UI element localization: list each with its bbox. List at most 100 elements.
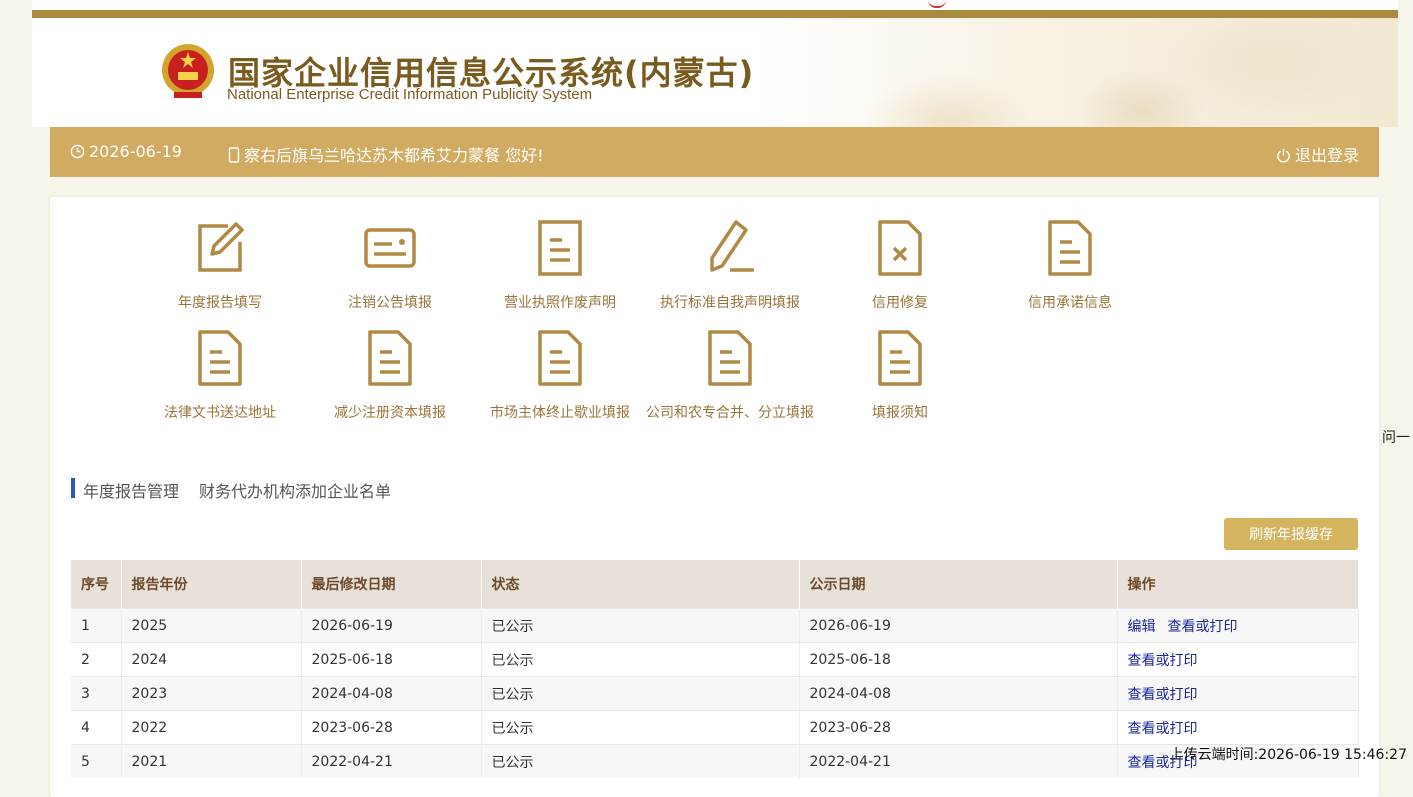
top-bar <box>32 10 1398 18</box>
func-business-suspension[interactable]: 市场主体终止歇业填报 <box>475 328 645 422</box>
func-annual-report[interactable]: 年度报告填写 <box>135 218 305 312</box>
func-filing-notice[interactable]: 填报须知 <box>815 328 985 422</box>
func-label: 信用修复 <box>872 295 928 311</box>
func-label: 年度报告填写 <box>178 295 262 311</box>
view-print-link[interactable]: 查看或打印 <box>1128 653 1198 669</box>
power-icon <box>1277 148 1290 163</box>
cell-no: 1 <box>71 608 122 643</box>
cell-status: 已公示 <box>481 744 800 778</box>
table-header-row: 序号 报告年份 最后修改日期 状态 公示日期 操作 <box>71 560 1359 609</box>
edit-icon <box>198 222 244 272</box>
cell-status: 已公示 <box>481 710 800 745</box>
upload-timestamp: 上传云端时间:2026-06-19 15:46:27 <box>1169 747 1407 763</box>
cell-year: 2025 <box>121 608 302 643</box>
func-label: 注销公告填报 <box>348 295 432 311</box>
func-capital-reduction[interactable]: 减少注册资本填报 <box>305 328 475 422</box>
col-header-modified: 最后修改日期 <box>301 560 482 609</box>
func-label: 营业执照作废声明 <box>504 295 616 311</box>
cell-modified: 2023-06-28 <box>301 710 482 745</box>
cell-year: 2022 <box>121 710 302 745</box>
cell-published: 2026-06-19 <box>799 608 1118 643</box>
view-print-link[interactable]: 查看或打印 <box>1168 619 1238 635</box>
document-icon <box>708 330 752 386</box>
func-label: 法律文书送达地址 <box>164 405 276 421</box>
func-label: 执行标准自我声明填报 <box>660 295 800 311</box>
cell-actions: 编辑 查看或打印 <box>1117 608 1359 643</box>
document-icon <box>368 330 412 386</box>
annual-report-table: 序号 报告年份 最后修改日期 状态 公示日期 操作 1 2025 2026-06… <box>71 560 1359 778</box>
cell-modified: 2024-04-08 <box>301 676 482 711</box>
tab-annual-report[interactable]: 年度报告管理 <box>83 478 179 502</box>
top-strip <box>32 0 1398 10</box>
current-date: 2026-06-19 <box>70 142 182 161</box>
edit-link[interactable]: 编辑 <box>1128 619 1156 635</box>
site-subtitle: National Enterprise Credit Information P… <box>227 86 593 103</box>
document-x-icon <box>878 220 922 276</box>
table-row: 4 2022 2023-06-28 已公示 2023-06-28 查看或打印 <box>71 710 1359 745</box>
document-icon <box>1048 220 1092 276</box>
cell-no: 3 <box>71 676 122 711</box>
tab-agency-list[interactable]: 财务代办机构添加企业名单 <box>199 478 391 502</box>
func-merger-split[interactable]: 公司和农专合并、分立填报 <box>645 328 815 422</box>
func-standard-declaration[interactable]: 执行标准自我声明填报 <box>645 218 815 312</box>
pencil-icon <box>710 220 754 272</box>
mountain-background <box>758 18 1398 127</box>
cell-modified: 2025-06-18 <box>301 642 482 677</box>
card-icon <box>364 228 416 268</box>
refresh-cache-button[interactable]: 刷新年报缓存 <box>1224 518 1358 550</box>
func-label: 减少注册资本填报 <box>334 405 446 421</box>
cell-no: 2 <box>71 642 122 677</box>
cell-modified: 2022-04-21 <box>301 744 482 778</box>
national-emblem-icon <box>162 44 214 98</box>
cell-actions: 查看或打印 <box>1117 642 1359 677</box>
table-row: 5 2021 2022-04-21 已公示 2022-04-21 查看或打印 <box>71 744 1359 778</box>
func-credit-commitment[interactable]: 信用承诺信息 <box>985 218 1155 312</box>
view-print-link[interactable]: 查看或打印 <box>1128 721 1198 737</box>
user-bar: 2026-06-19 察右后旗乌兰哈达苏木都希艾力蒙餐 您好! 退出登录 <box>50 127 1379 177</box>
clock-icon <box>70 144 85 159</box>
document-icon <box>538 220 582 276</box>
col-header-no: 序号 <box>71 560 122 609</box>
func-label: 公司和农专合并、分立填报 <box>646 405 814 421</box>
cell-status: 已公示 <box>481 642 800 677</box>
cell-published: 2024-04-08 <box>799 676 1118 711</box>
cell-modified: 2026-06-19 <box>301 608 482 643</box>
col-header-year: 报告年份 <box>121 560 302 609</box>
document-icon <box>538 330 582 386</box>
func-label: 市场主体终止歇业填报 <box>490 405 630 421</box>
func-legal-address[interactable]: 法律文书送达地址 <box>135 328 305 422</box>
phone-icon <box>228 147 240 163</box>
document-icon <box>878 330 922 386</box>
cell-published: 2023-06-28 <box>799 710 1118 745</box>
cell-actions: 查看或打印 <box>1117 676 1359 711</box>
logout-button[interactable]: 退出登录 <box>1276 142 1359 166</box>
greeting-text: 察右后旗乌兰哈达苏木都希艾力蒙餐 您好! <box>244 146 544 165</box>
date-text: 2026-06-19 <box>89 142 182 161</box>
logout-label: 退出登录 <box>1294 146 1359 165</box>
tab-marker <box>71 478 75 498</box>
table-row: 2 2024 2025-06-18 已公示 2025-06-18 查看或打印 <box>71 642 1359 677</box>
func-label: 填报须知 <box>872 405 928 421</box>
cell-status: 已公示 <box>481 676 800 711</box>
col-header-status: 状态 <box>481 560 800 609</box>
col-header-actions: 操作 <box>1117 560 1359 609</box>
cell-actions: 查看或打印 <box>1117 710 1359 745</box>
cell-year: 2021 <box>121 744 302 778</box>
func-cancel-notice[interactable]: 注销公告填报 <box>305 218 475 312</box>
cell-year: 2024 <box>121 642 302 677</box>
help-tab-text[interactable]: 问一 <box>1382 427 1410 447</box>
func-label: 信用承诺信息 <box>1028 295 1112 311</box>
cell-status: 已公示 <box>481 608 800 643</box>
document-icon <box>198 330 242 386</box>
cell-no: 5 <box>71 744 122 778</box>
func-credit-repair[interactable]: 信用修复 <box>815 218 985 312</box>
table-row: 3 2023 2024-04-08 已公示 2024-04-08 查看或打印 <box>71 676 1359 711</box>
table-row: 1 2025 2026-06-19 已公示 2026-06-19 编辑 查看或打印 <box>71 608 1359 643</box>
cell-year: 2023 <box>121 676 302 711</box>
func-license-void[interactable]: 营业执照作废声明 <box>475 218 645 312</box>
user-greeting: 察右后旗乌兰哈达苏木都希艾力蒙餐 您好! <box>228 142 544 166</box>
cell-published: 2022-04-21 <box>799 744 1118 778</box>
site-header: 国家企业信用信息公示系统(内蒙古) National Enterprise Cr… <box>32 18 1398 127</box>
cell-published: 2025-06-18 <box>799 642 1118 677</box>
view-print-link[interactable]: 查看或打印 <box>1128 687 1198 703</box>
